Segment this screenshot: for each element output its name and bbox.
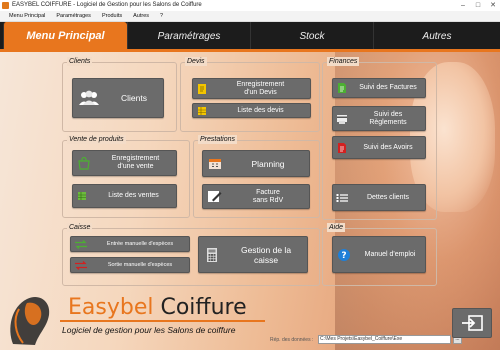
minimize-button[interactable]: – (458, 1, 468, 10)
shopping-bag-icon (73, 156, 95, 170)
planning-label: Planning (251, 158, 285, 169)
menu-item-produits[interactable]: Produits (102, 13, 122, 19)
document-pen-icon (203, 190, 227, 203)
gestion-caisse-button[interactable]: Gestion de la caisse (198, 236, 308, 273)
calculator-icon (199, 247, 225, 263)
brand-underline (60, 320, 265, 322)
payment-icon (333, 113, 351, 125)
entree-especes-label: Entrée manuelle d'espèces (106, 240, 174, 247)
main-panel: Clients Clients Devis Enregistrement d'u… (0, 52, 500, 350)
exit-icon (462, 315, 483, 331)
suivi-factures-button[interactable]: Suivi des Factures (332, 78, 426, 98)
app-icon (2, 2, 9, 9)
liste-ventes-button[interactable]: Liste des ventes (72, 184, 177, 208)
help-icon: ? (333, 248, 355, 262)
title-bar: EASYBEL COIFFURE - Logiciel de Gestion p… (0, 0, 500, 11)
entree-especes-button[interactable]: Entrée manuelle d'espèces (70, 236, 190, 252)
calendar-icon (203, 157, 227, 170)
liste-ventes-label: Liste des ventes (108, 192, 159, 199)
document-edit-icon (193, 83, 211, 95)
menu-item-parametrages[interactable]: Paramétrages (56, 13, 91, 19)
window-title: EASYBEL COIFFURE - Logiciel de Gestion p… (12, 2, 202, 8)
group-label-aide: Aide (327, 223, 346, 232)
tab-menu-principal[interactable]: Menu Principal (3, 22, 127, 51)
exit-button[interactable] (452, 308, 492, 338)
facture-sans-rdv-label: Facture sans RdV (252, 188, 284, 204)
gestion-caisse-label: Gestion de la caisse (240, 244, 292, 265)
menu-item-help[interactable]: ? (160, 13, 163, 19)
manuel-emploi-label: Manuel d'emploi (364, 250, 416, 258)
liste-devis-button[interactable]: Liste des devis (192, 103, 311, 118)
invoice-icon (333, 82, 351, 94)
list-icon (73, 191, 91, 201)
enregistrement-devis-button[interactable]: Enregistrement d'un Devis (192, 78, 311, 99)
sortie-especes-label: Sortie manuelle d'espèces (107, 261, 173, 268)
group-label-finances: Finances (327, 57, 360, 66)
menu-item-autres[interactable]: Autres (133, 13, 149, 19)
list-icon (193, 106, 211, 116)
enregistrement-vente-label: Enregistrement d'une vente (111, 155, 160, 170)
dettes-clients-button[interactable]: Dettes clients (332, 184, 426, 211)
suivi-avoirs-button[interactable]: Suivi des Avoirs (332, 136, 426, 159)
tab-autres[interactable]: Autres (373, 22, 500, 51)
group-label-devis: Devis (185, 57, 207, 66)
tab-bar: Menu Principal Paramétrages Stock Autres (0, 22, 500, 51)
suivi-avoirs-label: Suivi des Avoirs (363, 143, 413, 151)
transfer-in-icon (71, 239, 91, 249)
users-icon (73, 90, 105, 106)
group-label-prestations: Prestations (198, 135, 238, 144)
suivi-factures-label: Suivi des Factures (359, 84, 417, 91)
svg-text:?: ? (341, 251, 346, 261)
clients-label: Clients (121, 93, 147, 103)
credit-note-icon (333, 142, 351, 154)
group-label-clients: Clients (67, 57, 93, 66)
enregistrement-vente-button[interactable]: Enregistrement d'une vente (72, 150, 177, 176)
transfer-out-icon (71, 260, 91, 270)
clients-button[interactable]: Clients (72, 78, 164, 118)
close-button[interactable]: ✕ (488, 1, 498, 10)
enregistrement-devis-label: Enregistrement d'un Devis (236, 80, 285, 96)
list-lines-icon (333, 193, 351, 203)
data-directory-label: Rép. des données : (270, 337, 314, 343)
suivi-reglements-label: Suivi des Règlements (369, 110, 407, 126)
group-label-caisse: Caisse (67, 223, 93, 232)
brand-name-second: Coiffure (153, 295, 247, 320)
data-directory-field[interactable]: C:\Mes Projets\Easybel_Coiffure\Exe (318, 335, 451, 344)
group-label-vente: Vente de produits (67, 135, 126, 144)
maximize-button[interactable]: □ (473, 1, 483, 10)
brand-tagline: Logiciel de gestion pour les Salons de c… (62, 325, 236, 335)
sortie-especes-button[interactable]: Sortie manuelle d'espèces (70, 257, 190, 273)
planning-button[interactable]: Planning (202, 150, 310, 177)
brand-name: Easybel Coiffure (68, 295, 247, 320)
menu-item-menu-principal[interactable]: Menu Principal (9, 13, 45, 19)
brand-logo (5, 289, 57, 347)
liste-devis-label: Liste des devis (237, 106, 284, 114)
brand-name-first: Easybel (68, 295, 154, 320)
manuel-emploi-button[interactable]: ? Manuel d'emploi (332, 236, 426, 273)
tab-stock[interactable]: Stock (250, 22, 373, 51)
menu-bar: Menu Principal Paramétrages Produits Aut… (0, 11, 500, 22)
facture-sans-rdv-button[interactable]: Facture sans RdV (202, 184, 310, 209)
suivi-reglements-button[interactable]: Suivi des Règlements (332, 106, 426, 131)
dettes-clients-label: Dettes clients (366, 193, 410, 201)
tab-parametrages[interactable]: Paramétrages (127, 22, 250, 51)
